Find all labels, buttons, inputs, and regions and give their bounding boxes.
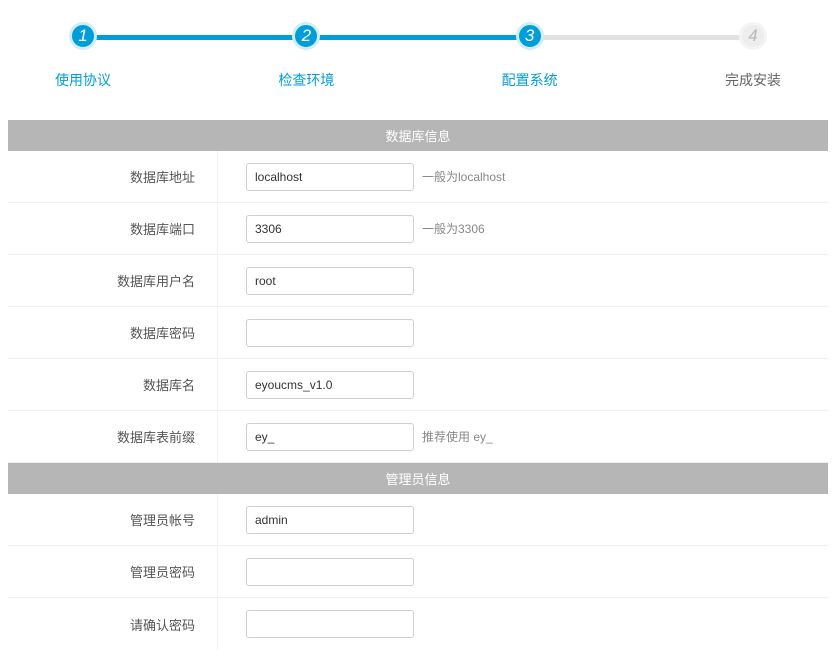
row-db-prefix: 数据库表前缀 推荐使用 ey_ [8,411,828,463]
step-2-label: 检查环境 [278,70,334,90]
label-db-host: 数据库地址 [8,151,218,202]
label-db-prefix: 数据库表前缀 [8,411,218,462]
stepper: 1 使用协议 2 检查环境 3 配置系统 4 完成安装 [63,22,773,90]
row-db-name: 数据库名 [8,359,828,411]
step-1-circle: 1 [69,22,97,50]
input-db-name[interactable] [246,371,414,399]
input-db-prefix[interactable] [246,423,414,451]
label-admin-pass: 管理员密码 [8,546,218,597]
step-1-label: 使用协议 [55,70,111,90]
input-admin-user[interactable] [246,506,414,534]
step-2[interactable]: 2 检查环境 [286,22,326,90]
step-bar-3 [540,35,763,40]
step-bar-2 [316,35,539,40]
hint-db-host: 一般为localhost [422,168,505,185]
input-db-port[interactable] [246,215,414,243]
row-admin-confirm: 请确认密码 [8,598,828,650]
label-db-user: 数据库用户名 [8,255,218,306]
step-3-circle: 3 [516,22,544,50]
input-admin-pass[interactable] [246,558,414,586]
row-db-port: 数据库端口 一般为3306 [8,203,828,255]
step-4-label: 完成安装 [725,70,781,90]
step-3[interactable]: 3 配置系统 [510,22,550,90]
label-db-port: 数据库端口 [8,203,218,254]
label-admin-user: 管理员帐号 [8,494,218,545]
step-bar-1 [93,35,316,40]
label-db-name: 数据库名 [8,359,218,410]
step-3-label: 配置系统 [502,70,558,90]
step-1[interactable]: 1 使用协议 [63,22,103,90]
hint-db-port: 一般为3306 [422,220,485,237]
row-admin-user: 管理员帐号 [8,494,828,546]
input-db-pass[interactable] [246,319,414,347]
step-4: 4 完成安装 [733,22,773,90]
input-admin-confirm[interactable] [246,610,414,638]
row-db-host: 数据库地址 一般为localhost [8,151,828,203]
label-db-pass: 数据库密码 [8,307,218,358]
step-4-circle: 4 [739,22,767,50]
row-db-pass: 数据库密码 [8,307,828,359]
label-admin-confirm: 请确认密码 [8,598,218,650]
row-db-user: 数据库用户名 [8,255,828,307]
section-header-db: 数据库信息 [8,120,828,151]
row-admin-pass: 管理员密码 [8,546,828,598]
hint-db-prefix: 推荐使用 ey_ [422,428,493,445]
input-db-user[interactable] [246,267,414,295]
section-header-admin: 管理员信息 [8,463,828,494]
input-db-host[interactable] [246,163,414,191]
step-2-circle: 2 [292,22,320,50]
